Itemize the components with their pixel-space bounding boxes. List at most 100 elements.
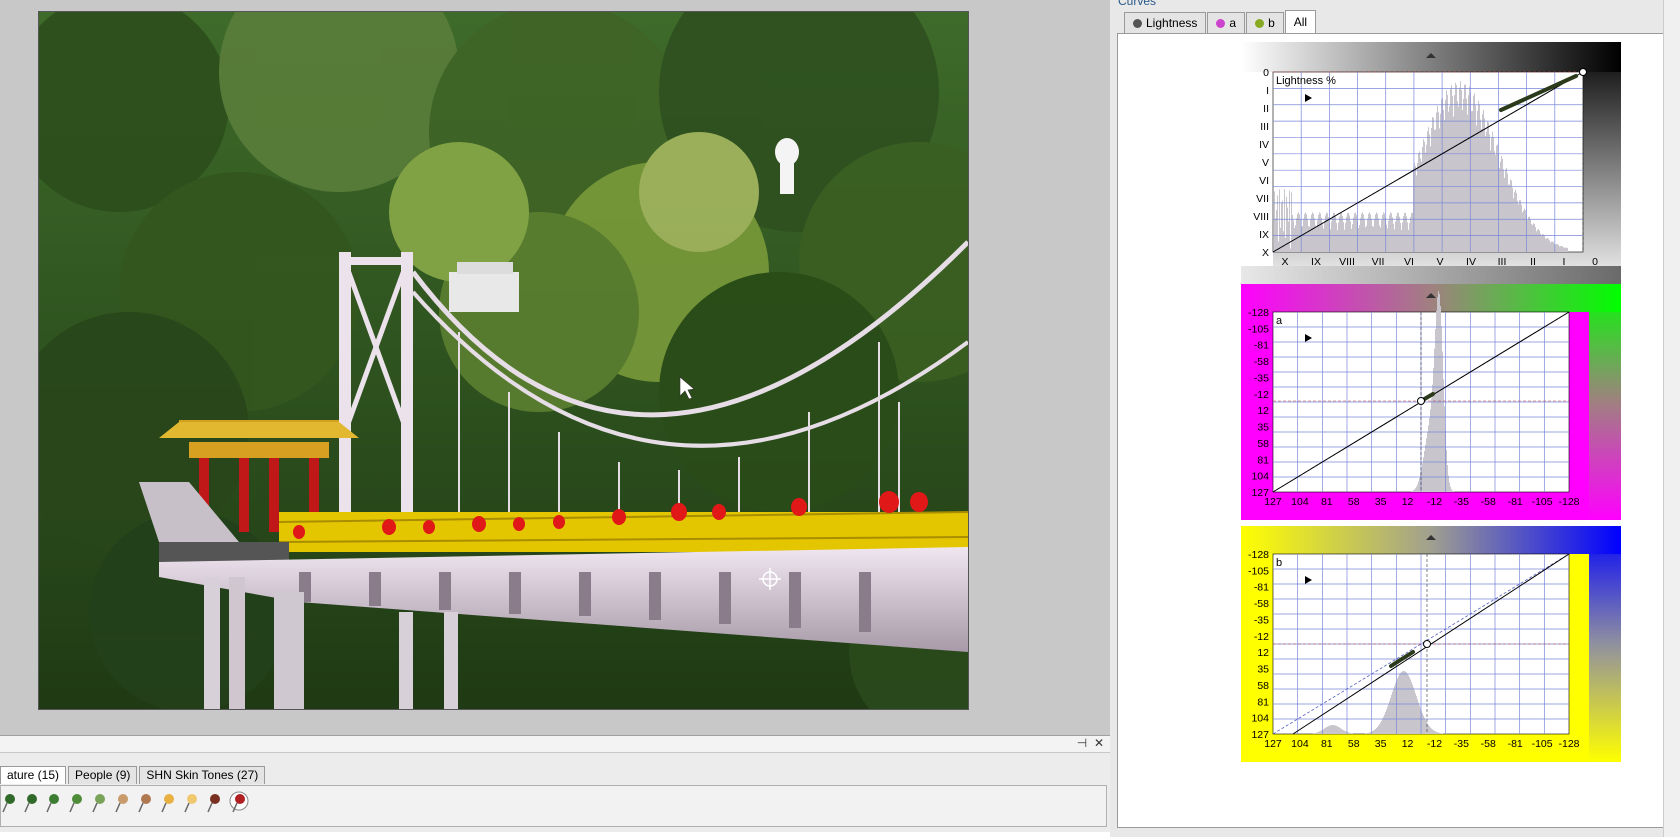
pin-panel-button[interactable]: ⊣: [1075, 736, 1089, 751]
x-tick-label: -12: [1427, 738, 1442, 750]
x-tick-label: IV: [1466, 256, 1476, 268]
y-tick-label: 12: [1257, 405, 1269, 417]
y-tick-label: I: [1266, 85, 1269, 97]
tab-nature[interactable]: ature (15): [0, 766, 67, 784]
y-tick-label: 104: [1251, 713, 1269, 725]
x-tick-label: -12: [1427, 496, 1442, 508]
tab-label: a: [1229, 16, 1237, 30]
y-tick-label: 0: [1263, 67, 1269, 79]
y-tick-label: 104: [1251, 471, 1269, 483]
control-point[interactable]: [1423, 640, 1431, 648]
b-curve-graph[interactable]: b-128-105-81-58-35-1212355881104127127 10…: [1241, 526, 1621, 762]
preset-pin-icon-selected[interactable]: [229, 791, 249, 815]
x-tick-label: 35: [1375, 496, 1387, 508]
y-tick-label: -58: [1254, 356, 1269, 368]
x-tick-label: 58: [1348, 738, 1360, 750]
channel-label: b: [1276, 557, 1282, 569]
preset-pin-icon[interactable]: [160, 793, 176, 813]
x-tick-label: -105: [1532, 738, 1553, 750]
preset-pin-icon[interactable]: [183, 793, 199, 813]
preset-tabs: ature (15) People (9) SHN Skin Tones (27…: [0, 766, 267, 784]
y-tick-label: X: [1262, 247, 1269, 259]
preset-pin-icon[interactable]: [91, 793, 107, 813]
tab-people[interactable]: People (9): [68, 766, 138, 784]
x-tick-label: VIII: [1339, 256, 1355, 268]
x-tick-label: 81: [1321, 738, 1333, 750]
x-tick-label: 104: [1291, 738, 1309, 750]
y-tick-label: III: [1260, 121, 1269, 133]
y-tick-label: 12: [1257, 647, 1269, 659]
presets-panel: ⊣ ✕ ature (15) People (9) SHN Skin Tones…: [0, 735, 1110, 832]
x-tick-label: 12: [1402, 738, 1414, 750]
x-tick-label: V: [1436, 256, 1443, 268]
x-tick-label: -58: [1481, 496, 1496, 508]
x-tick-label: VII: [1372, 256, 1385, 268]
curves-panel-title: Curves: [1118, 0, 1157, 8]
control-point[interactable]: [1417, 397, 1425, 405]
y-tick-label: -81: [1254, 340, 1269, 352]
tab-lightness[interactable]: Lightness: [1124, 12, 1207, 33]
curves-dock: Curves Lightness a b All Lightness % 0 I II…: [1110, 0, 1680, 837]
tab-b[interactable]: b: [1246, 12, 1284, 33]
x-tick-label: 58: [1348, 496, 1360, 508]
b-channel-icon: [1255, 18, 1265, 28]
channel-label: a: [1276, 315, 1283, 327]
y-tick-label: -105: [1248, 323, 1269, 335]
tab-label: All: [1293, 15, 1308, 29]
preset-pin-icon[interactable]: [137, 793, 153, 813]
x-tick-label: VI: [1404, 256, 1414, 268]
y-tick-label: 35: [1257, 422, 1269, 434]
x-tick-label: -128: [1558, 496, 1579, 508]
y-tick-label: -12: [1254, 389, 1269, 401]
preset-pins-row: [0, 785, 1107, 827]
x-tick-label: 12: [1402, 496, 1414, 508]
right-scrollbar[interactable]: [1663, 0, 1680, 837]
x-tick-label: 81: [1321, 496, 1333, 508]
channel-label: Lightness %: [1276, 75, 1336, 87]
y-tick-label: -12: [1254, 631, 1269, 643]
curves-channel-tabs: Lightness a b All: [1124, 10, 1317, 33]
x-tick-label: 127: [1264, 496, 1282, 508]
tab-all[interactable]: All: [1284, 10, 1317, 33]
y-tick-label: V: [1262, 157, 1269, 169]
x-tick-label: IX: [1311, 256, 1321, 268]
preset-pin-icon[interactable]: [1, 793, 17, 813]
y-tick-label: 81: [1257, 696, 1269, 708]
a-channel-icon: [1216, 18, 1226, 28]
y-tick-label: VII: [1256, 193, 1269, 205]
preset-pin-icon[interactable]: [68, 793, 84, 813]
x-tick-label: -35: [1454, 496, 1469, 508]
tab-label: Lightness: [1146, 16, 1198, 30]
control-point[interactable]: [1579, 68, 1587, 76]
tab-shn-skin-tones[interactable]: SHN Skin Tones (27): [139, 766, 266, 784]
x-tick-label: -128: [1558, 738, 1579, 750]
presets-panel-titlebar: ⊣ ✕: [0, 736, 1110, 753]
lightness-curve-panel: Lightness % 0 I II III IV V VI VII VIII IX X X IX VIII…: [1241, 42, 1621, 296]
y-tick-label: -58: [1254, 598, 1269, 610]
y-tick-label: -81: [1254, 582, 1269, 594]
y-tick-label: 58: [1257, 680, 1269, 692]
y-tick-label: 58: [1257, 438, 1269, 450]
preset-pin-icon[interactable]: [114, 793, 130, 813]
x-tick-label: X: [1281, 256, 1288, 268]
x-tick-label: -35: [1454, 738, 1469, 750]
preset-pin-icon[interactable]: [206, 793, 222, 813]
preset-pin-icon[interactable]: [23, 793, 39, 813]
y-tick-label: -128: [1248, 549, 1269, 561]
curves-content: Lightness % 0 I II III IV V VI VII VIII IX X X IX VIII…: [1117, 33, 1679, 828]
preset-pin-icon[interactable]: [45, 793, 61, 813]
x-tick-label: I: [1563, 256, 1566, 268]
a-curve-graph[interactable]: a-128-105-81-58-35-1212355881104127127 10…: [1241, 284, 1621, 520]
x-tick-label: 104: [1291, 496, 1309, 508]
x-tick-label: -81: [1508, 496, 1523, 508]
tab-a[interactable]: a: [1207, 12, 1246, 33]
close-panel-button[interactable]: ✕: [1092, 736, 1106, 751]
y-tick-label: VIII: [1253, 211, 1269, 223]
photo-canvas[interactable]: [38, 11, 969, 710]
image-workspace: [0, 0, 1110, 735]
x-tick-label: -105: [1532, 496, 1553, 508]
y-tick-label: II: [1263, 103, 1269, 115]
bridge-photo: [39, 12, 968, 709]
x-tick-label: 127: [1264, 738, 1282, 750]
lightness-curve-graph[interactable]: Lightness %0IIIIIIIVVVIVIIVIIIIXXX IX VIII…: [1241, 42, 1621, 296]
